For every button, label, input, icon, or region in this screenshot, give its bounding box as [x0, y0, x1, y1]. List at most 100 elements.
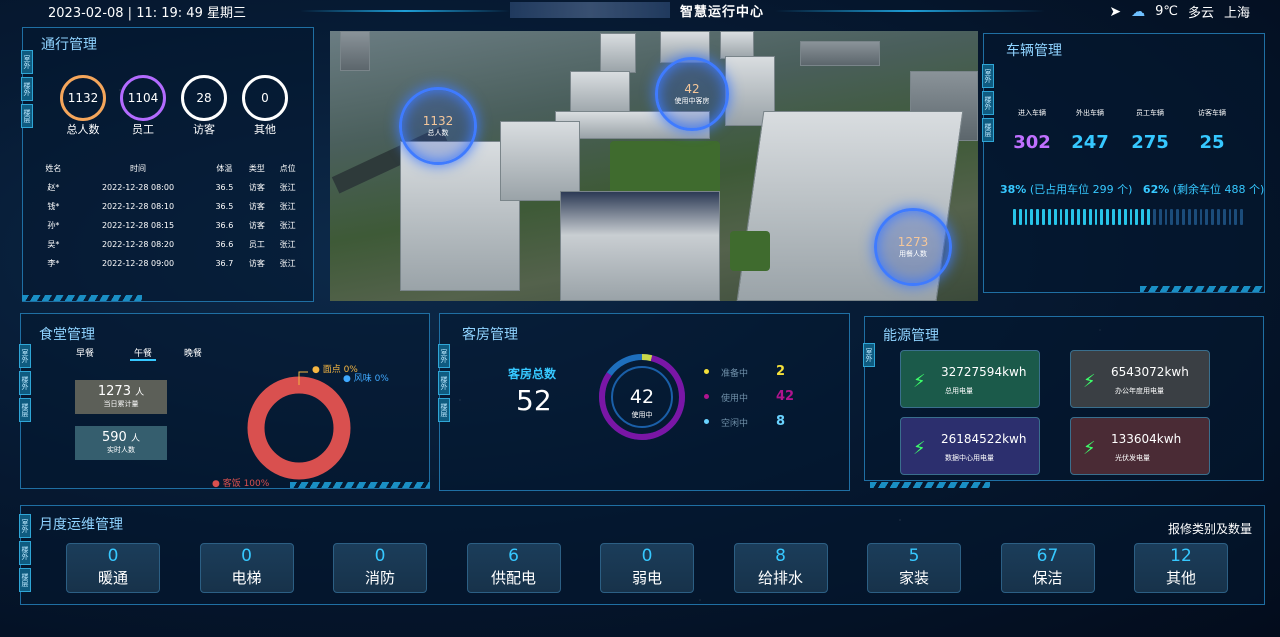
cloud-sun-icon: ☁ — [1131, 3, 1146, 20]
side-tab-building[interactable]: 楼外 — [21, 77, 33, 101]
tab-dinner[interactable]: 晚餐 — [184, 346, 202, 359]
maintenance-card[interactable]: 0 暖通 — [66, 543, 160, 593]
occupancy-bar — [1013, 209, 1244, 225]
daily-total-unit: 人 — [135, 388, 145, 398]
side-tab-outdoor[interactable]: 室外 — [21, 50, 33, 74]
traffic-stat-circle: 1104 — [120, 75, 166, 121]
side-tab-building[interactable]: 楼外 — [19, 371, 31, 395]
maintenance-card[interactable]: 6 供配电 — [466, 543, 561, 593]
photo-stat-ring[interactable]: 42 使用中客房 — [655, 57, 729, 131]
location-arrow-icon[interactable]: ➤ — [1109, 4, 1121, 20]
occupancy-bar-segment — [1129, 209, 1133, 225]
side-tab-building[interactable]: 楼外 — [982, 91, 994, 115]
energy-label: 总用电量 — [945, 387, 973, 395]
photo-stat-ring[interactable]: 1273 用餐人数 — [874, 208, 952, 286]
table-row[interactable]: 钱* 2022-12-28 08:10 36.5 访客 张江 — [38, 197, 303, 216]
tab-breakfast[interactable]: 早餐 — [76, 346, 94, 359]
page-title: 智慧运行中心 — [510, 0, 770, 20]
photo-stat-ring[interactable]: 1132 总人数 — [399, 87, 477, 165]
vehicle-stat-label: 访客车辆 — [1198, 109, 1226, 117]
tab-lunch[interactable]: 午餐 — [130, 346, 157, 361]
maintenance-category: 电梯 — [231, 569, 262, 587]
free-text: (剩余车位 488 个) — [1172, 183, 1265, 196]
side-tab-outdoor[interactable]: 室外 — [19, 344, 31, 368]
legend-dot — [704, 394, 709, 399]
vehicle-side-tabs: 室外 楼外 楼层 — [982, 64, 994, 142]
maintenance-category: 消防 — [364, 569, 395, 587]
pie-label: ● 风味 0% — [343, 372, 389, 384]
energy-card[interactable]: ⚡ 133604kwh 光伏发电量 — [1070, 417, 1210, 475]
occupancy-bar-segment — [1228, 209, 1232, 225]
side-tab-floor[interactable]: 楼层 — [982, 118, 994, 142]
energy-value: 133604kwh — [1111, 432, 1182, 446]
occupancy-bar-segment — [1205, 209, 1209, 225]
table-cell: 张江 — [279, 259, 296, 268]
maintenance-card[interactable]: 0 消防 — [333, 543, 427, 593]
pie-slice-kefan[interactable] — [247, 376, 351, 480]
free-percent: 62% — [1142, 183, 1170, 196]
occupancy-bar-segment — [1030, 209, 1034, 225]
table-header-cell: 点位 — [279, 164, 296, 173]
occupancy-bar-segment — [1077, 209, 1080, 225]
traffic-stat-label: 总人数 — [66, 123, 100, 136]
occupied-text: (已占用车位 299 个) — [1029, 183, 1133, 196]
maintenance-count: 8 — [775, 546, 786, 566]
side-tab-outdoor[interactable]: 室外 — [982, 64, 994, 88]
occupancy-bar-segment — [1053, 209, 1057, 225]
maintenance-category: 保洁 — [1032, 569, 1063, 587]
maintenance-card[interactable]: 0 弱电 — [600, 543, 694, 593]
vehicle-stat: 员工车辆 275 — [1122, 108, 1178, 153]
occupancy-bar-segment — [1059, 209, 1063, 225]
table-cell: 36.5 — [215, 183, 234, 192]
table-cell: 张江 — [279, 183, 296, 192]
table-row[interactable]: 赵* 2022-12-28 08:00 36.5 访客 张江 — [38, 178, 303, 197]
side-tab-outdoor[interactable]: 室外 — [438, 344, 450, 368]
room-legend-label: 空闲中 — [721, 419, 749, 429]
room-legend-value: 42 — [776, 389, 795, 404]
occupancy-bar-segment — [1152, 209, 1156, 225]
maintenance-card[interactable]: 67 保洁 — [1000, 543, 1095, 593]
energy-card[interactable]: ⚡ 6543072kwh 办公年度用电量 — [1070, 350, 1210, 408]
occupancy-bar-segment — [1141, 209, 1145, 225]
maintenance-card[interactable]: 8 给排水 — [733, 543, 828, 593]
side-tab-floor[interactable]: 楼层 — [19, 568, 31, 592]
maintenance-card[interactable]: 12 其他 — [1134, 543, 1228, 593]
access-table: 姓名 时间 体温 类型 点位 赵* 2022-12-28 08:00 36.5 访客 张江 钱* 2… — [38, 159, 303, 273]
room-legend-label: 使用中 — [721, 394, 749, 404]
occupancy-bar-segment — [1094, 209, 1098, 225]
maintenance-category: 家装 — [898, 569, 929, 587]
ring-value: 42 — [684, 82, 700, 96]
side-tab-outdoor[interactable]: 室外 — [19, 514, 31, 538]
side-tab-floor[interactable]: 楼层 — [438, 398, 450, 422]
temperature: 9℃ — [1155, 4, 1178, 19]
maintenance-card[interactable]: 0 电梯 — [199, 543, 294, 593]
occupancy-bar-segment — [1199, 209, 1203, 225]
vehicle-stat: 访客车辆 25 — [1184, 108, 1240, 153]
table-row[interactable]: 孙* 2022-12-28 08:15 36.6 访客 张江 — [38, 216, 303, 235]
occupancy-bar-segment — [1112, 209, 1115, 225]
side-tab-building[interactable]: 楼外 — [19, 541, 31, 565]
occupancy-bar-segment — [1158, 209, 1162, 225]
occupied-percent: 38% — [1000, 183, 1027, 196]
occupancy-bar-segment — [1170, 209, 1174, 225]
table-cell: 访客 — [248, 183, 265, 192]
energy-card[interactable]: ⚡ 32727594kwh 总用电量 — [900, 350, 1040, 408]
maintenance-category: 给排水 — [757, 569, 803, 587]
lightning-icon: ⚡ — [913, 371, 926, 392]
table-cell: 访客 — [248, 221, 265, 230]
table-row[interactable]: 吴* 2022-12-28 08:20 36.6 员工 张江 — [38, 235, 303, 254]
side-tab-building[interactable]: 楼外 — [438, 371, 450, 395]
side-tab-outdoor[interactable]: 室外 — [863, 343, 875, 367]
side-tab-floor[interactable]: 楼层 — [21, 104, 33, 128]
maintenance-card[interactable]: 5 家装 — [867, 543, 961, 593]
side-tab-floor[interactable]: 楼层 — [19, 398, 31, 422]
energy-card[interactable]: ⚡ 26184522kwh 数据中心用电量 — [900, 417, 1040, 475]
maintenance-count: 67 — [1036, 546, 1059, 566]
table-cell: 36.6 — [215, 240, 234, 249]
traffic-side-tabs: 室外 楼外 楼层 — [21, 50, 33, 128]
table-row[interactable]: 李* 2022-12-28 09:00 36.7 访客 张江 — [38, 254, 303, 273]
lightning-icon: ⚡ — [1083, 438, 1096, 459]
vehicle-stat: 进入车辆 302 — [1004, 108, 1060, 153]
maintenance-category: 其他 — [1165, 569, 1196, 587]
daily-total-label: 当日累计量 — [103, 400, 139, 408]
